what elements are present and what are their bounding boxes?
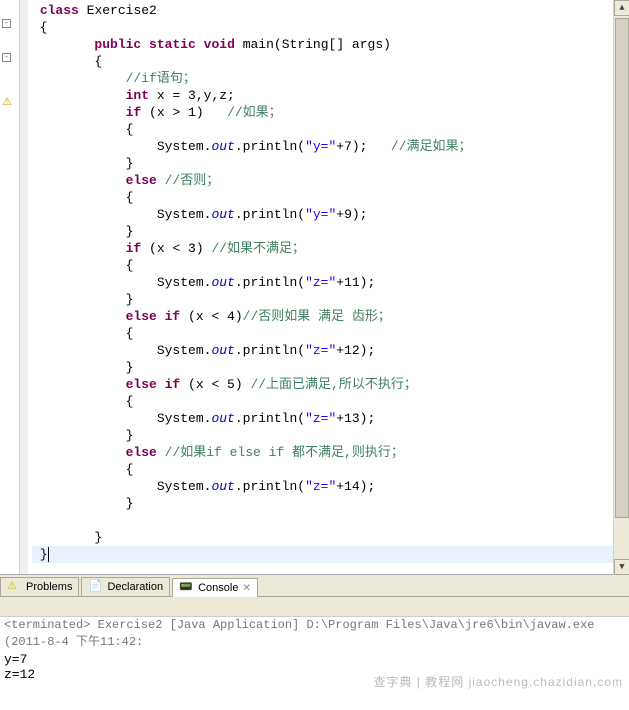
tab-label: Declaration <box>107 581 163 593</box>
fold-toggle[interactable]: - <box>2 53 11 62</box>
tab-problems[interactable]: Problems <box>0 577 79 596</box>
output-line: z=12 <box>4 667 625 682</box>
source-code[interactable]: class Exercise2 { public static void mai… <box>28 0 629 574</box>
scroll-track[interactable] <box>614 16 629 559</box>
scroll-thumb[interactable] <box>615 18 629 518</box>
gutter <box>20 0 28 574</box>
fold-toggle[interactable]: - <box>2 19 11 28</box>
editor-area: - - ⚠ class Exercise2 { public static vo… <box>0 0 629 575</box>
warning-icon: ⚠ <box>2 95 16 109</box>
declaration-icon <box>88 579 104 595</box>
view-tabs: Problems Declaration Console ✕ <box>0 575 629 597</box>
output-line: y=7 <box>4 652 625 667</box>
folding-ruler: - - ⚠ <box>0 0 20 574</box>
scroll-up-button[interactable]: ▲ <box>614 0 629 16</box>
tab-label: Console <box>198 582 238 594</box>
bottom-panel: Problems Declaration Console ✕ <terminat… <box>0 575 629 696</box>
console-toolbar <box>0 597 629 617</box>
text-cursor <box>48 547 49 562</box>
scroll-down-button[interactable]: ▼ <box>614 559 629 575</box>
console-output[interactable]: y=7 z=12 <box>0 650 629 710</box>
close-icon[interactable]: ✕ <box>242 583 250 594</box>
tab-declaration[interactable]: Declaration <box>81 577 170 596</box>
tab-console[interactable]: Console ✕ <box>172 578 258 597</box>
problems-icon <box>7 579 23 595</box>
terminated-label: <terminated> Exercise2 [Java Application… <box>0 617 629 650</box>
console-icon <box>179 580 195 596</box>
tab-label: Problems <box>26 581 72 593</box>
vertical-scrollbar[interactable]: ▲ ▼ <box>613 0 629 575</box>
